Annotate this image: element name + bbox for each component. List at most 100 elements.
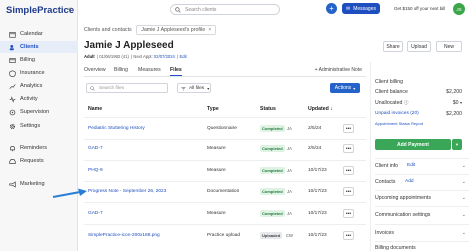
sidebar-item-clients[interactable]: Clients (0, 41, 78, 53)
tab-billing[interactable]: Billing (114, 67, 128, 73)
administrative-note-button[interactable]: + Administrative Note (315, 67, 362, 73)
appointment-status-report-link[interactable]: Appointment Status Report (375, 121, 423, 126)
author-initials: CW (286, 233, 293, 238)
edit-client-info-link[interactable]: Edit (407, 163, 415, 168)
column-header-updated[interactable]: Updated ↓ (308, 106, 333, 112)
invoices-section[interactable]: Invoices (375, 230, 394, 236)
column-header-status[interactable]: Status (260, 106, 276, 112)
search-files-input[interactable]: Search files (86, 83, 168, 93)
billing-documents-section[interactable]: Billing documents (375, 245, 416, 251)
sidebar-item-analytics[interactable]: Analytics (0, 80, 78, 92)
upcoming-appointments-section[interactable]: Upcoming appointments (375, 195, 431, 201)
status-badge: Completed (260, 167, 285, 174)
breadcrumb: Clients and contacts Jamie J Appleseed's… (84, 25, 217, 35)
client-dob: 01/06/1982 (41) (99, 54, 129, 59)
info-icon[interactable]: ⓘ (404, 100, 409, 105)
search-clients-input[interactable]: Search clients (170, 4, 280, 15)
client-info-section[interactable]: Client info (375, 163, 398, 169)
tab-files[interactable]: Files (170, 67, 182, 76)
more-options-button[interactable]: ••• (343, 231, 354, 240)
file-type: Measure (207, 168, 226, 173)
avatar[interactable]: JS (453, 3, 465, 15)
add-payment-menu-button[interactable]: ▾ (452, 139, 462, 150)
divider (84, 139, 366, 140)
collapse-sidebar-icon[interactable]: « (68, 6, 72, 13)
file-filter-dropdown[interactable]: All files ▾ (177, 83, 211, 93)
messages-button[interactable]: ✉ Messages (342, 3, 380, 14)
filter-icon (181, 87, 186, 91)
calendar-icon (8, 30, 16, 38)
updated-date: 10/17/23 (308, 168, 327, 173)
more-options-button[interactable]: ••• (343, 187, 354, 196)
file-name-link[interactable]: Pediatric Stuttering History (88, 126, 145, 131)
more-options-button[interactable]: ••• (343, 209, 354, 218)
sidebar-item-supervision[interactable]: Supervision (0, 106, 78, 118)
divider (84, 202, 366, 203)
file-name-link[interactable]: PHQ-9 (88, 168, 103, 173)
client-billing-label: Client billing (375, 79, 403, 85)
updated-date: 2/5/24 (308, 126, 322, 131)
status-badge: Completed (260, 125, 285, 132)
column-header-name[interactable]: Name (88, 106, 102, 112)
top-bar: Search clients + ✉ Messages Get $150 off … (78, 0, 474, 19)
close-icon[interactable]: × (208, 27, 211, 33)
divider (375, 224, 469, 225)
tab-measures[interactable]: Measures (138, 67, 161, 73)
communication-settings-section[interactable]: Communication settings (375, 212, 430, 218)
add-contact-link[interactable]: Add (405, 179, 414, 184)
breadcrumb-clients-link[interactable]: Clients and contacts (84, 27, 132, 33)
add-payment-button[interactable]: Add Payment (375, 139, 451, 150)
unpaid-invoices-link[interactable]: Unpaid invoices (20) (375, 111, 419, 116)
chevron-down-icon[interactable]: ⌄ (462, 179, 466, 185)
profile-tab[interactable]: Jamie J Appleseed's profile × (136, 25, 217, 35)
file-name-link[interactable]: SimplePractice-icon-200x188.png (88, 233, 160, 238)
file-name-link[interactable]: Progress Note - September 26, 2023 (88, 189, 166, 194)
inbox-icon (8, 157, 16, 165)
share-button[interactable]: Share (383, 41, 403, 52)
create-new-button[interactable]: + (326, 3, 337, 14)
chevron-down-icon: ▾ (353, 85, 356, 91)
column-header-type[interactable]: Type (207, 106, 219, 112)
profile-tabs: Overview Billing Measures Files + Admini… (84, 66, 366, 77)
more-options-button[interactable]: ••• (343, 124, 354, 133)
sidebar-item-reminders[interactable]: Reminders (0, 142, 78, 154)
contacts-section[interactable]: Contacts (375, 179, 395, 185)
billing-icon (8, 56, 16, 64)
divider (84, 117, 366, 118)
simplepractice-logo[interactable]: SimplePractice (6, 5, 74, 16)
supervision-icon (8, 108, 16, 116)
chevron-down-icon[interactable]: ⌄ (462, 163, 466, 169)
client-meta: Adult | 01/06/1982 (41) | Next Appt: 02/… (84, 54, 187, 59)
sidebar-item-insurance[interactable]: Insurance (0, 67, 78, 79)
more-options-button[interactable]: ••• (343, 166, 354, 175)
gear-icon (8, 122, 16, 130)
client-name: Jamie J Appleseed (84, 40, 174, 51)
search-icon (175, 7, 181, 13)
next-appt-link[interactable]: 02/07/2024 (154, 54, 175, 59)
unpaid-invoices-value: $2,200 (446, 111, 462, 117)
sidebar-item-activity[interactable]: Activity (0, 93, 78, 105)
insurance-icon (8, 69, 16, 77)
megaphone-icon (8, 180, 16, 188)
promo-link[interactable]: Get $150 off your next bill (394, 6, 445, 11)
edit-client-link[interactable]: Edit (179, 54, 186, 59)
sidebar-item-billing[interactable]: Billing (0, 54, 78, 66)
file-type: Practice upload (207, 233, 241, 238)
unallocated-label: Unallocated ⓘ (375, 100, 409, 106)
new-button[interactable]: New (436, 41, 462, 52)
sidebar-item-requests[interactable]: Requests (0, 155, 78, 167)
unallocated-value[interactable]: $0 ▾ (453, 100, 462, 106)
chevron-down-icon[interactable]: ⌄ (462, 195, 466, 201)
tab-overview[interactable]: Overview (84, 67, 106, 73)
upload-button[interactable]: Upload (407, 41, 431, 52)
file-name-link[interactable]: GAD-7 (88, 146, 103, 151)
actions-button[interactable]: Actions ▾ (330, 83, 360, 93)
activity-icon (8, 95, 16, 103)
author-initials: JA (287, 211, 292, 216)
more-options-button[interactable]: ••• (343, 144, 354, 153)
sidebar-item-settings[interactable]: Settings (0, 120, 78, 132)
sidebar-item-calendar[interactable]: Calendar (0, 28, 78, 40)
chevron-down-icon[interactable]: ⌄ (462, 212, 466, 218)
file-name-link[interactable]: GAD-7 (88, 211, 103, 216)
chevron-down-icon[interactable]: ⌄ (462, 230, 466, 236)
